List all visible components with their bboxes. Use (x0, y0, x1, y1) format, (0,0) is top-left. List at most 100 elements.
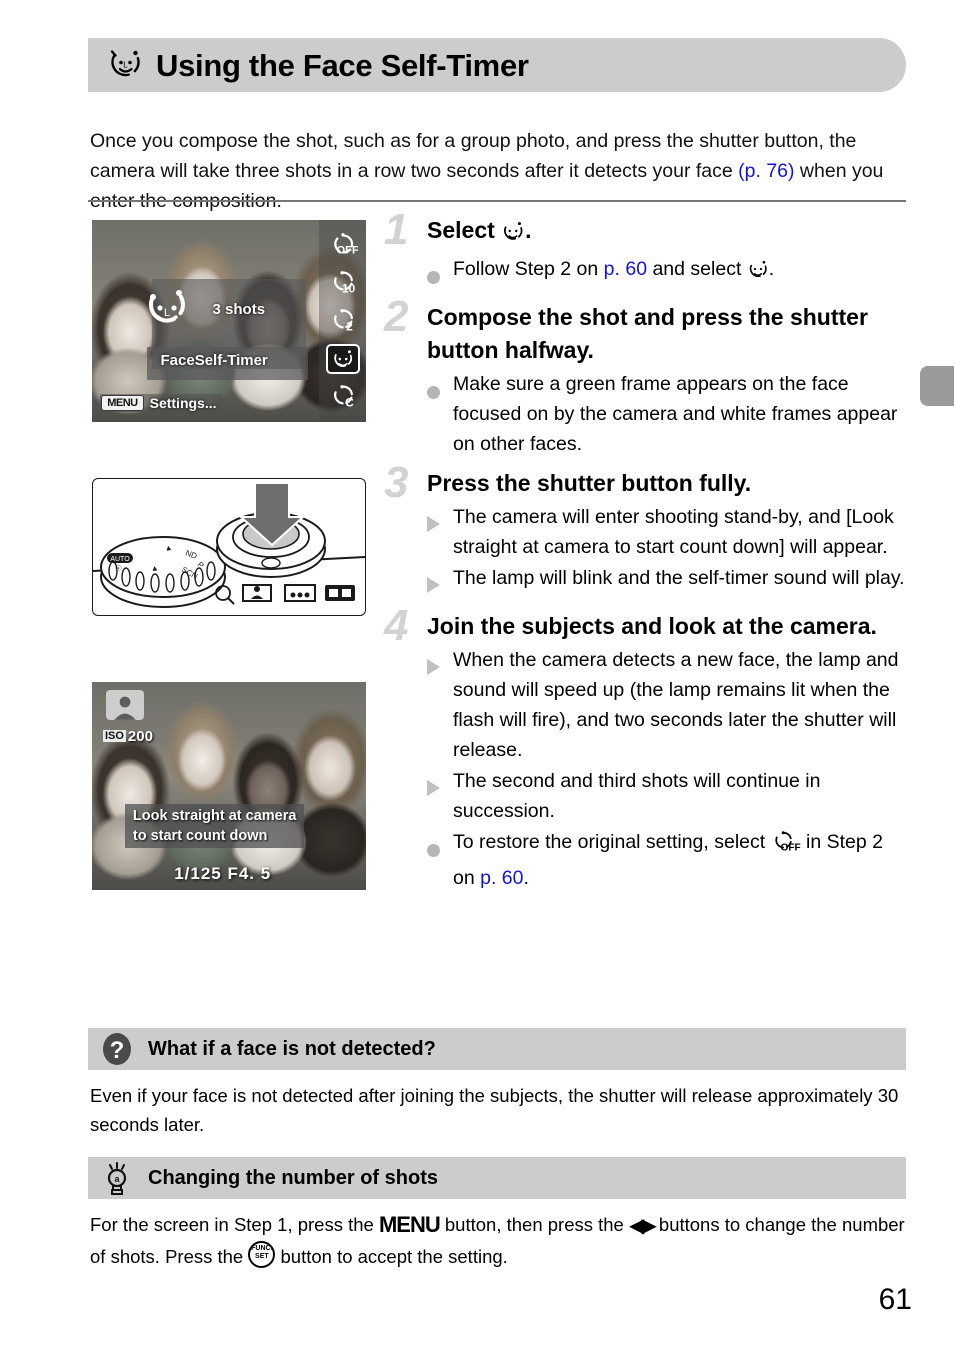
step-4: 4 Join the subjects and look at the came… (384, 604, 905, 893)
page-number: 61 (878, 1283, 912, 1316)
svg-text:a: a (114, 1174, 120, 1184)
svg-text:OFF: OFF (336, 244, 357, 256)
lightbulb-icon: a (100, 1161, 134, 1195)
bullet-item: To restore the original setting, select … (427, 827, 905, 893)
bullet-text-post: and select (647, 258, 747, 280)
bullet-item: When the camera detects a new face, the … (427, 645, 905, 765)
intro-paragraph: Once you compose the shot, such as for a… (90, 126, 910, 216)
face-self-timer-icon: L (106, 45, 146, 85)
mode-name-label: FaceSelf-Timer (160, 352, 268, 370)
menu-settings-bar[interactable]: MENU Settings... (100, 393, 223, 412)
svg-text:2: 2 (346, 319, 353, 333)
bullet-dot-marker (427, 827, 453, 893)
step-bullets: Follow Step 2 on p. 60 and select . (427, 254, 905, 293)
bullet-item: The lamp will blink and the self-timer s… (427, 563, 905, 602)
bullet-triangle-marker (427, 563, 453, 602)
face-self-timer-icon (747, 258, 769, 289)
svg-text:☉: ☉ (115, 564, 122, 573)
note-header-face-not-detected: ? What if a face is not detected? (88, 1028, 906, 1070)
step-bullets: Make sure a green frame appears on the f… (427, 369, 905, 459)
bullet-text: To restore the original setting, select … (453, 827, 905, 893)
step-title-suffix: . (525, 217, 532, 243)
self-timer-off-icon: OFF (771, 830, 801, 863)
bullet-dot-marker (427, 254, 453, 293)
menu-button-glyph: MENU (378, 1212, 441, 1237)
svg-text:10: 10 (342, 281, 356, 295)
self-timer-2s-icon[interactable]: 2 (326, 306, 360, 336)
portrait-mode-icon (105, 690, 144, 721)
self-timer-off-icon[interactable]: OFF (326, 230, 360, 260)
step-title: Join the subjects and look at the camera… (427, 613, 877, 639)
step-title: Select . (427, 214, 905, 252)
step-number: 4 (384, 601, 409, 650)
bullet-text: The camera will enter shooting stand-by,… (453, 506, 894, 558)
figure-shutter-button: AUTO ▲ ND P ▲ SCN ☉ (92, 478, 366, 616)
svg-text:C: C (345, 395, 354, 409)
note-header-changing-shots: a Changing the number of shots (88, 1157, 906, 1199)
face-self-timer-icon[interactable] (325, 344, 360, 374)
page-reference-link[interactable]: p. 60 (604, 258, 647, 280)
bullet-text-pre: Follow Step 2 on (453, 258, 604, 280)
page-header-banner: L Using the Face Self-Timer (88, 38, 906, 92)
intro-page-reference[interactable]: (p. 76) (738, 160, 794, 182)
bullet-triangle-marker (427, 502, 453, 562)
self-timer-10s-icon[interactable]: 10 (326, 268, 360, 298)
camera-lcd-screen: L 3 shots FaceSelf-Timer OFF 10 2 C MENU… (92, 220, 366, 422)
bullet-item: Make sure a green frame appears on the f… (427, 369, 905, 459)
face-self-timer-icon (501, 219, 525, 252)
bullet-text-pre: To restore the original setting, select (453, 831, 771, 853)
bullet-text: The lamp will blink and the self-timer s… (453, 567, 905, 589)
bullet-item: The camera will enter shooting stand-by,… (427, 502, 905, 562)
bullet-text: When the camera detects a new face, the … (453, 649, 899, 761)
iso-indicator: ISO 200 (102, 727, 153, 745)
note-text-part2: button, then press the (439, 1214, 629, 1235)
menu-button-chip[interactable]: MENU (101, 394, 144, 411)
func-label-bottom: SET (255, 1253, 269, 1260)
bullet-item: The second and third shots will continue… (427, 766, 905, 826)
bullet-text: Make sure a green frame appears on the f… (453, 373, 898, 455)
countdown-message: Look straight at camera to start count d… (124, 804, 305, 849)
iso-value: 200 (127, 727, 153, 745)
step-title: Compose the shot and press the shutter b… (427, 304, 868, 363)
bullet-dot-marker (427, 369, 453, 459)
step-3: 3 Press the shutter button fully. The ca… (384, 461, 905, 602)
shots-count-label: 3 shots (212, 300, 266, 318)
bullet-item: Follow Step 2 on p. 60 and select . (427, 254, 905, 293)
step-number: 1 (384, 205, 409, 254)
note-text-part4: button to accept the setting. (275, 1246, 508, 1267)
step-title-text: Select (427, 217, 502, 243)
bullet-text: The second and third shots will continue… (453, 770, 821, 822)
bullet-text-tail: . (768, 258, 775, 280)
svg-text:▲: ▲ (164, 543, 173, 553)
instruction-steps: 1 Select . Follow Step 2 on p. 60 and se… (384, 208, 905, 901)
chapter-edge-tab (920, 366, 954, 406)
bullet-triangle-marker (427, 766, 453, 826)
section-divider (88, 200, 906, 202)
svg-text:OFF: OFF (780, 842, 800, 853)
step-number: 2 (384, 292, 409, 341)
step-bullets: When the camera detects a new face, the … (427, 645, 905, 893)
left-right-buttons-glyph: ◀▶ (629, 1215, 657, 1237)
page-title: Using the Face Self-Timer (156, 47, 529, 83)
func-label-top: FUNC. (251, 1245, 273, 1252)
bullet-text: Follow Step 2 on p. 60 and select . (453, 254, 905, 293)
camera-lcd-screen-standby: ISO 200 Look straight at camera to start … (92, 682, 366, 890)
iso-label: ISO (102, 730, 126, 743)
svg-text:▲: ▲ (150, 563, 159, 573)
step-title: Press the shutter button fully. (427, 470, 752, 496)
page-reference-link[interactable]: p. 60 (480, 867, 523, 889)
note-title: What if a face is not detected? (148, 1037, 436, 1060)
note-text-part1: For the screen in Step 1, press the (90, 1214, 379, 1235)
note-body-face-not-detected: Even if your face is not detected after … (90, 1085, 899, 1135)
menu-settings-label: Settings... (149, 394, 217, 411)
figure-self-timer-menu: L 3 shots FaceSelf-Timer OFF 10 2 C MENU… (92, 220, 366, 422)
svg-text:L: L (164, 307, 170, 319)
figure-shooting-standby: ISO 200 Look straight at camera to start … (92, 682, 366, 890)
step-1: 1 Select . Follow Step 2 on p. 60 and se… (384, 208, 905, 293)
question-mark-icon: ? (100, 1032, 134, 1066)
self-timer-option-rail[interactable]: OFF 10 2 C (319, 220, 366, 422)
custom-self-timer-icon[interactable]: C (326, 382, 360, 412)
step-2: 2 Compose the shot and press the shutter… (384, 295, 905, 459)
func-set-button-glyph: FUNC. SET (248, 1241, 276, 1268)
note-title: Changing the number of shots (148, 1166, 438, 1189)
